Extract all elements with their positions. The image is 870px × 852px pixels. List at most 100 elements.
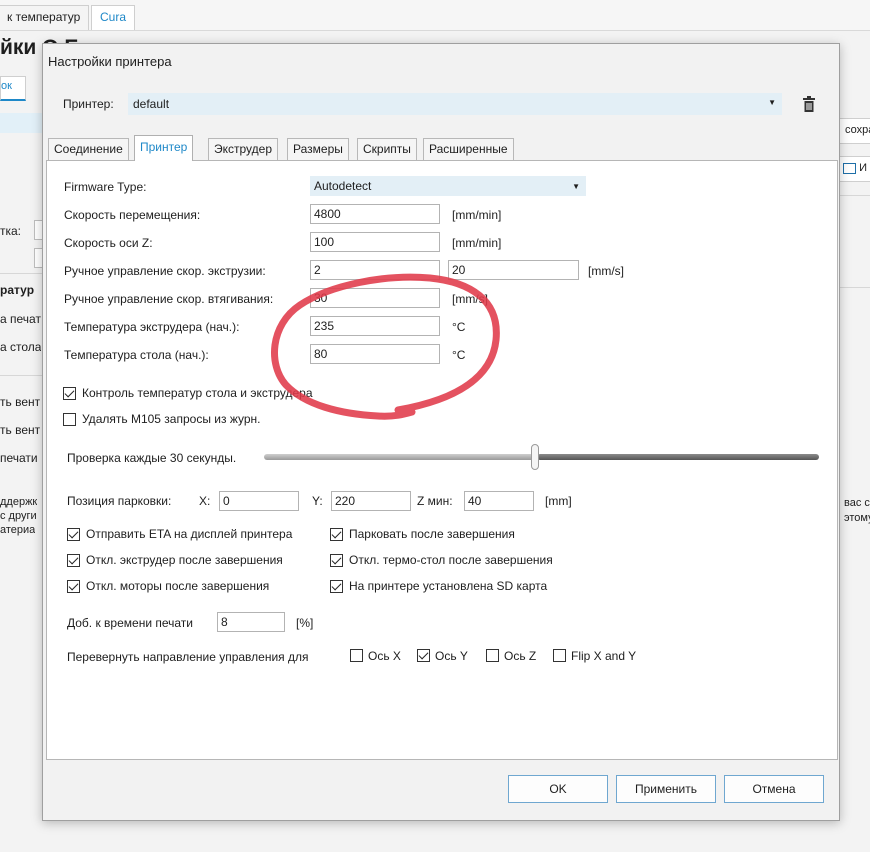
slider-track-remaining: [537, 454, 819, 460]
background-label: с други: [0, 510, 37, 522]
sd-card-checkbox[interactable]: [330, 580, 343, 593]
park-x-label: X:: [199, 494, 211, 508]
background-divider: [0, 273, 44, 274]
firmware-type-select[interactable]: Autodetect ▼: [310, 176, 586, 196]
background-label: ть вент: [0, 395, 41, 409]
background-label: а печат: [0, 312, 41, 326]
tab-dimensions[interactable]: Размеры: [287, 138, 349, 160]
z-speed-unit: [mm/min]: [452, 236, 502, 250]
printer-select[interactable]: default ▼: [128, 93, 782, 115]
park-after-checkbox[interactable]: [330, 528, 343, 541]
tab-printer[interactable]: Принтер: [134, 135, 194, 161]
park-z-field[interactable]: 40: [464, 491, 534, 511]
background-label: этому: [844, 512, 870, 524]
manual-extrusion-label: Ручное управление скор. экструзии:: [64, 264, 266, 278]
park-y-field[interactable]: 220: [331, 491, 411, 511]
park-x-field[interactable]: 0: [219, 491, 299, 511]
background-edit-label: И: [859, 162, 867, 174]
dialog-title: Настройки принтера: [48, 54, 172, 69]
background-label: тка:: [0, 224, 22, 238]
background-tab-temperature[interactable]: к температур: [0, 5, 90, 30]
background-label: вас с: [844, 497, 870, 509]
manual-extrusion-unit: [mm/s]: [588, 264, 624, 278]
slider-thumb[interactable]: [531, 444, 539, 470]
background-label: печати: [0, 451, 38, 465]
edit-icon: [843, 162, 856, 174]
background-label: ддержк: [0, 496, 38, 508]
printer-label: Принтер:: [63, 97, 114, 111]
tab-extruder[interactable]: Экструдер: [208, 138, 278, 160]
apply-button[interactable]: Применить: [616, 775, 716, 803]
bed-temp-label: Температура стола (нач.):: [64, 348, 209, 362]
disable-bed-label: Откл. термо-стол после завершения: [349, 553, 553, 567]
dropdown-arrow-icon: ▼: [572, 182, 580, 191]
background-label: атериа: [0, 524, 36, 536]
disable-motors-label: Откл. моторы после завершения: [86, 579, 270, 593]
manual-extrusion-field-2[interactable]: 20: [448, 260, 579, 280]
extruder-temp-unit: °C: [452, 320, 466, 334]
print-time-label: Доб. к времени печати: [67, 616, 194, 630]
travel-speed-field[interactable]: 4800: [310, 204, 440, 224]
manual-extrusion-field-1[interactable]: 2: [310, 260, 440, 280]
send-eta-label: Отправить ETA на дисплей принтера: [86, 527, 293, 541]
invert-x-checkbox[interactable]: [350, 649, 363, 662]
background-label: а стола: [0, 340, 42, 354]
disable-motors-checkbox[interactable]: [67, 580, 80, 593]
cancel-button[interactable]: Отмена: [724, 775, 824, 803]
travel-speed-label: Скорость перемещения:: [64, 208, 201, 222]
invert-z-checkbox[interactable]: [486, 649, 499, 662]
temp-control-label: Контроль температур стола и экструдера: [82, 386, 313, 400]
dropdown-arrow-icon: ▼: [768, 98, 776, 107]
flip-xy-label: Flip X and Y: [571, 649, 637, 663]
invert-z-label: Ось Z: [504, 649, 537, 663]
park-z-label: Z мин:: [417, 494, 453, 508]
invert-y-label: Ось Y: [435, 649, 468, 663]
background-tab-cura[interactable]: Cura: [91, 5, 136, 30]
background-edit-button[interactable]: И: [838, 156, 870, 182]
extruder-temp-field[interactable]: 235: [310, 316, 440, 336]
background-save-button[interactable]: сохра: [838, 118, 870, 144]
background-divider: [838, 195, 870, 196]
invert-y-checkbox[interactable]: [417, 649, 430, 662]
slider-track-filled: [264, 454, 534, 460]
temp-control-checkbox[interactable]: [63, 387, 76, 400]
print-time-field[interactable]: 8: [217, 612, 285, 632]
invert-axes-label: Перевернуть направление управления для: [67, 650, 309, 664]
background-label: ратур: [0, 283, 35, 297]
extruder-temp-label: Температура экструдера (нач.):: [64, 320, 240, 334]
printer-tab-panel: Firmware Type: Autodetect ▼ Скорость пер…: [46, 160, 838, 760]
disable-bed-checkbox[interactable]: [330, 554, 343, 567]
background-subtab[interactable]: ок: [0, 76, 26, 101]
manual-retraction-unit: [mm/s]: [452, 292, 488, 306]
firmware-type-value: Autodetect: [314, 179, 372, 193]
flip-xy-checkbox[interactable]: [553, 649, 566, 662]
send-eta-checkbox[interactable]: [67, 528, 80, 541]
background-divider: [0, 375, 44, 376]
sd-card-label: На принтере установлена SD карта: [349, 579, 548, 593]
tab-connection[interactable]: Соединение: [48, 138, 129, 160]
manual-retraction-label: Ручное управление скор. втягивания:: [64, 292, 274, 306]
park-position-label: Позиция парковки:: [67, 494, 172, 508]
background-label: ть вент: [0, 423, 41, 437]
ok-button[interactable]: OK: [508, 775, 608, 803]
park-after-label: Парковать после завершения: [349, 527, 515, 541]
invert-x-label: Ось X: [368, 649, 401, 663]
park-y-label: Y:: [312, 494, 323, 508]
tab-scripts[interactable]: Скрипты: [357, 138, 417, 160]
printer-settings-dialog: Настройки принтера Принтер: default ▼ Со…: [42, 43, 840, 821]
park-unit: [mm]: [545, 494, 572, 508]
bed-temp-unit: °C: [452, 348, 466, 362]
remove-m105-label: Удалять M105 запросы из журн.: [82, 412, 261, 426]
manual-retraction-field[interactable]: 30: [310, 288, 440, 308]
z-speed-field[interactable]: 100: [310, 232, 440, 252]
printer-select-value: default: [133, 97, 170, 111]
z-speed-label: Скорость оси Z:: [64, 236, 153, 250]
remove-m105-checkbox[interactable]: [63, 413, 76, 426]
disable-extruder-label: Откл. экструдер после завершения: [86, 553, 283, 567]
background-tab-bar: к температур Cura: [0, 0, 870, 31]
disable-extruder-checkbox[interactable]: [67, 554, 80, 567]
bed-temp-field[interactable]: 80: [310, 344, 440, 364]
trash-icon[interactable]: [802, 95, 816, 113]
tab-advanced[interactable]: Расширенные: [423, 138, 514, 160]
background-highlight-band: [0, 113, 44, 133]
